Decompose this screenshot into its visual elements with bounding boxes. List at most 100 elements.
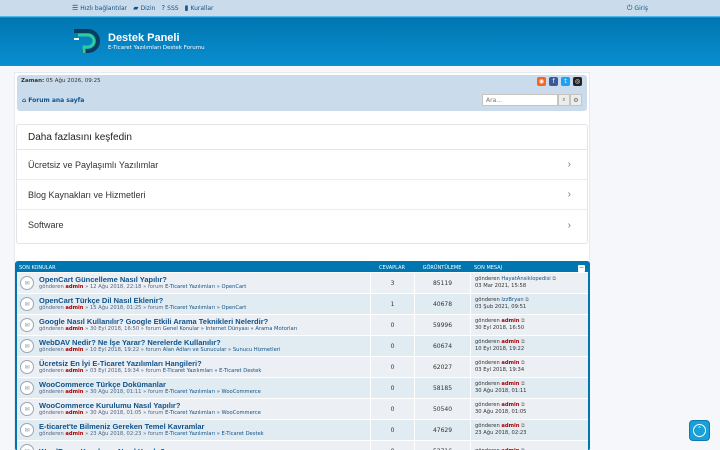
topic-author[interactable]: admin — [65, 305, 83, 311]
topic-author[interactable]: admin — [65, 389, 83, 395]
site-title[interactable]: Destek Paneli — [108, 32, 205, 44]
rss-icon[interactable]: ◉ — [537, 77, 546, 86]
topic-text: WooCommerce Kurulumu Nasıl Yapılır? gönd… — [39, 401, 261, 417]
topic-date: 15 Ağu 2018, 01:25 — [89, 305, 142, 311]
topics-column-header[interactable]: Son Konular — [19, 265, 370, 271]
instagram-icon[interactable]: ◎ — [573, 77, 582, 86]
table-row: ✉ WebDAV Nedir? Ne İşe Yarar? Nerelerde … — [17, 335, 588, 356]
topic-title-link[interactable]: WooCommerce Türkçe Dokümanlar — [39, 380, 261, 389]
site-logo-icon[interactable] — [70, 25, 102, 57]
topic-replies: 0 — [370, 441, 414, 450]
site-header: Destek Paneli E-Ticaret Yazılımları Dest… — [0, 16, 720, 66]
faq-link[interactable]: ? SSS — [161, 4, 178, 12]
last-post-author[interactable]: IzzBryan — [501, 297, 523, 303]
topic-author[interactable]: admin — [65, 368, 83, 374]
topic-read-icon: ✉ — [20, 402, 34, 416]
topic-forum-link[interactable]: Genel Konular » Internet Dünyası » Arama… — [163, 326, 298, 332]
topic-title-link[interactable]: OpenCart Güncelleme Nasıl Yapılır? — [39, 275, 246, 284]
topic-author[interactable]: admin — [65, 347, 83, 353]
topic-forum-link[interactable]: E-Ticaret Yazılımları » OpenCart — [165, 305, 246, 311]
topic-views: 59996 — [414, 315, 470, 335]
login-label: Giriş — [634, 4, 648, 12]
explore-item-label: Software — [28, 220, 64, 230]
folder-icon: ▰ — [133, 4, 139, 12]
goto-post-icon[interactable]: ⧉ — [521, 318, 525, 324]
collapse-icon[interactable]: − — [578, 264, 585, 272]
topic-forum-link[interactable]: E-Ticaret Yazılımları » WooCommerce — [165, 389, 261, 395]
explore-item[interactable]: Blog Kaynakları ve Hizmetleri › — [17, 180, 587, 210]
topic-title-link[interactable]: Google Nasıl Kullanılır? Google Etkili A… — [39, 317, 297, 326]
twitter-icon[interactable]: t — [561, 77, 570, 86]
breadcrumb[interactable]: ⌂ Forum ana sayfa — [22, 97, 84, 104]
topic-author[interactable]: admin — [65, 410, 83, 416]
views-column-header: Görüntüleme — [422, 264, 462, 271]
last-prefix: gönderen — [475, 402, 500, 408]
login-link[interactable]: ⏻ Giriş — [627, 4, 648, 13]
topic-title-link[interactable]: WordPress Kurulumu Nasıl Yapılır? — [39, 447, 165, 450]
explore-item[interactable]: Software › — [17, 210, 587, 240]
scroll-to-top-button[interactable]: ˄ — [689, 420, 710, 441]
topic-title-link[interactable]: Ücretsiz En İyi E-Ticaret Yazılımları Ha… — [39, 359, 261, 368]
topic-read-icon: ✉ — [20, 276, 34, 290]
topic-read-icon: ✉ — [20, 381, 34, 395]
topic-last-post: gönderen HayatAnsiklopedisi ⧉ 03 Mar 202… — [470, 273, 588, 293]
explore-item[interactable]: Ücretsiz ve Paylaşımlı Yazılımlar › — [17, 150, 587, 180]
topic-meta: gönderen admin » 12 Ağu 2018, 22:18 » fo… — [39, 284, 247, 290]
topic-date: 23 Ağu 2018, 02:23 — [89, 431, 142, 437]
topic-text: OpenCart Güncelleme Nasıl Yapılır? gönde… — [39, 275, 246, 291]
topic-text: Google Nasıl Kullanılır? Google Etkili A… — [39, 317, 297, 333]
goto-post-icon[interactable]: ⧉ — [521, 339, 525, 345]
topic-forum-link[interactable]: E-Ticaret Yazılımları » E-Ticaret Destek — [165, 431, 264, 437]
topic-title-link[interactable]: WebDAV Nedir? Ne İşe Yarar? Nerelerde Ku… — [39, 338, 280, 347]
last-post-author[interactable]: admin — [501, 423, 519, 429]
last-post-author-line: gönderen admin ⧉ — [475, 360, 588, 367]
last-post-date: 03 Eyl 2018, 19:34 — [475, 367, 525, 373]
last-post-author[interactable]: admin — [501, 318, 519, 324]
topic-meta: gönderen admin » 23 Ağu 2018, 02:23 » fo… — [39, 431, 264, 437]
advanced-search-button[interactable]: ⚙ — [570, 94, 582, 106]
last-post-author-line: gönderen admin ⧉ — [475, 318, 588, 325]
last-post-author[interactable]: admin — [501, 402, 519, 408]
topic-meta: gönderen admin » 30 Ağu 2018, 01:11 » fo… — [39, 389, 261, 395]
goto-post-icon[interactable]: ⧉ — [521, 402, 525, 408]
top-navigation-bar: ☰ Hızlı bağlantılar ▰ Dizin ? SSS ▮ Kurallar… — [0, 0, 720, 16]
rules-link[interactable]: ▮ Kurallar — [185, 4, 214, 12]
topic-forum-link[interactable]: Alan Adları ve Sunucular » Sunucu Hizmet… — [163, 347, 281, 353]
topic-replies: 0 — [370, 357, 414, 377]
goto-post-icon[interactable]: ⧉ — [521, 360, 525, 366]
goto-post-icon[interactable]: ⧉ — [525, 297, 529, 303]
search-input[interactable] — [482, 94, 558, 106]
current-time: Zaman: 05 Ağu 2026, 09:25 — [21, 78, 583, 84]
meta-prefix: gönderen — [39, 284, 64, 290]
last-post-author[interactable]: admin — [501, 381, 519, 387]
topic-views: 50540 — [414, 399, 470, 419]
topic-author[interactable]: admin — [65, 431, 83, 437]
topic-forum-link[interactable]: E-Ticaret Yazılımları » E-Ticaret Destek — [163, 368, 262, 374]
power-icon: ⏻ — [626, 3, 633, 12]
index-link[interactable]: ▰ Dizin — [133, 4, 155, 12]
last-post-author[interactable]: admin — [501, 339, 519, 345]
last-post-author[interactable]: HayatAnsiklopedisi — [501, 276, 550, 282]
meta-prefix: gönderen — [39, 326, 64, 332]
topic-title-link[interactable]: E-ticaret'te Bilmeniz Gereken Temel Kavr… — [39, 422, 264, 431]
quick-links-link[interactable]: ☰ Hızlı bağlantılar — [72, 4, 127, 12]
last-post-author[interactable]: admin — [501, 360, 519, 366]
topic-author[interactable]: admin — [65, 326, 83, 332]
goto-post-icon[interactable]: ⧉ — [552, 276, 556, 282]
topic-title-link[interactable]: WooCommerce Kurulumu Nasıl Yapılır? — [39, 401, 261, 410]
search-button[interactable]: ⌕ — [558, 94, 570, 106]
table-row: ✉ OpenCart Türkçe Dil Nasıl Eklenir? gön… — [17, 293, 588, 314]
rules-label: Kurallar — [190, 4, 214, 12]
meta-in: » forum — [140, 368, 162, 374]
index-label: Dizin — [140, 4, 156, 12]
topic-forum-link[interactable]: E-Ticaret Yazılımları » WooCommerce — [165, 410, 261, 416]
time-label: Zaman: — [21, 78, 45, 84]
topic-forum-link[interactable]: E-Ticaret Yazılımları » OpenCart — [165, 284, 246, 290]
topic-title-link[interactable]: OpenCart Türkçe Dil Nasıl Eklenir? — [39, 296, 246, 305]
goto-post-icon[interactable]: ⧉ — [521, 423, 525, 429]
facebook-icon[interactable]: f — [549, 77, 558, 86]
table-row: ✉ Ücretsiz En İyi E-Ticaret Yazılımları … — [17, 356, 588, 377]
topic-author[interactable]: admin — [65, 284, 83, 290]
topic-date: 12 Ağu 2018, 22:18 — [89, 284, 142, 290]
goto-post-icon[interactable]: ⧉ — [521, 381, 525, 387]
